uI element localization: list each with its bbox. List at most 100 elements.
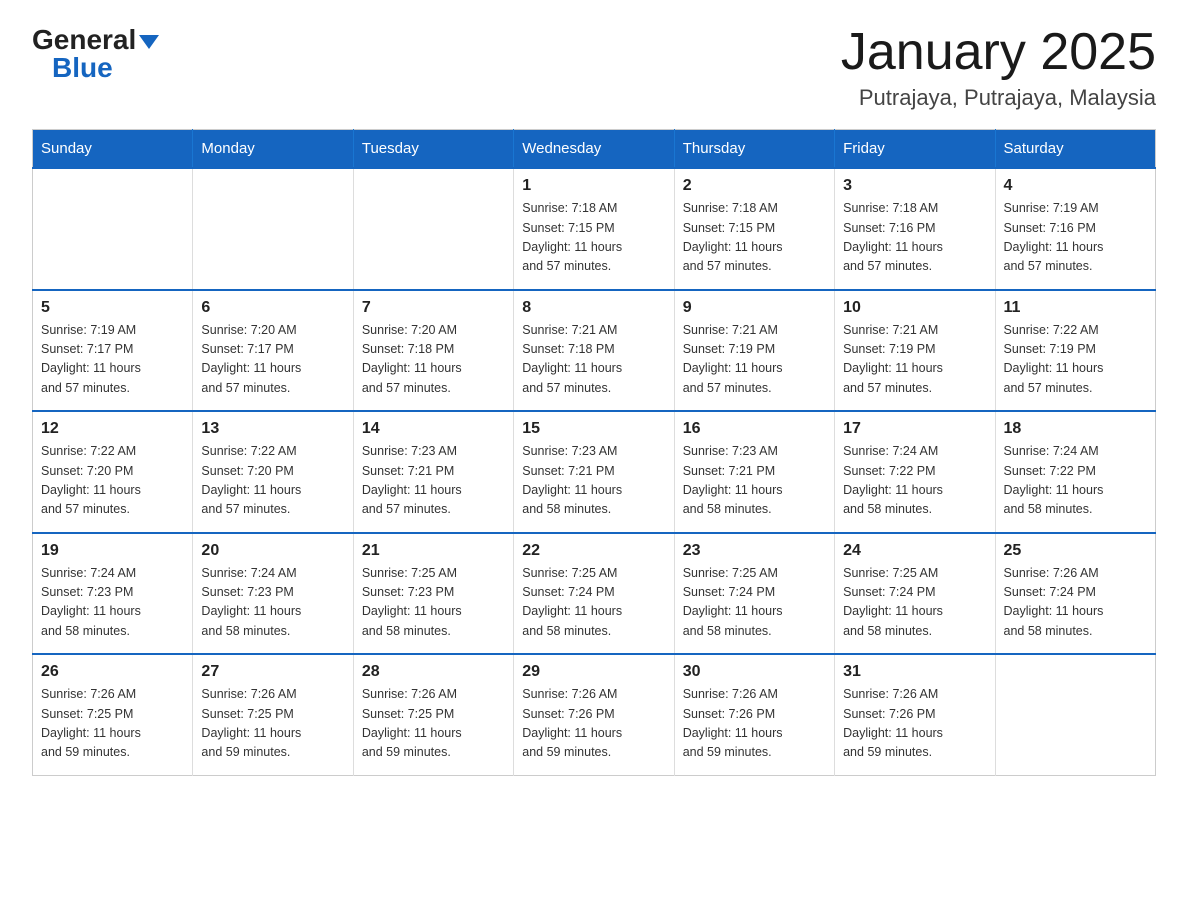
day-info: Sunrise: 7:21 AM Sunset: 7:19 PM Dayligh… — [683, 321, 826, 399]
day-number: 28 — [362, 663, 505, 681]
day-info: Sunrise: 7:18 AM Sunset: 7:15 PM Dayligh… — [522, 199, 665, 277]
day-number: 13 — [201, 420, 344, 438]
day-number: 25 — [1004, 542, 1147, 560]
day-number: 10 — [843, 299, 986, 317]
day-info: Sunrise: 7:24 AM Sunset: 7:23 PM Dayligh… — [201, 564, 344, 642]
day-info: Sunrise: 7:26 AM Sunset: 7:26 PM Dayligh… — [843, 685, 986, 763]
day-number: 7 — [362, 299, 505, 317]
calendar-cell: 23 Sunrise: 7:25 AM Sunset: 7:24 PM Dayli… — [674, 533, 834, 655]
day-info: Sunrise: 7:24 AM Sunset: 7:22 PM Dayligh… — [843, 442, 986, 520]
calendar-cell: 20 Sunrise: 7:24 AM Sunset: 7:23 PM Dayli… — [193, 533, 353, 655]
day-info: Sunrise: 7:20 AM Sunset: 7:17 PM Dayligh… — [201, 321, 344, 399]
day-number: 8 — [522, 299, 665, 317]
calendar-cell: 13 Sunrise: 7:22 AM Sunset: 7:20 PM Dayli… — [193, 411, 353, 533]
day-number: 6 — [201, 299, 344, 317]
day-info: Sunrise: 7:22 AM Sunset: 7:20 PM Dayligh… — [201, 442, 344, 520]
calendar-cell: 28 Sunrise: 7:26 AM Sunset: 7:25 PM Dayli… — [353, 654, 513, 775]
day-number: 1 — [522, 177, 665, 195]
day-info: Sunrise: 7:18 AM Sunset: 7:15 PM Dayligh… — [683, 199, 826, 277]
day-number: 29 — [522, 663, 665, 681]
calendar-title: January 2025 — [841, 24, 1156, 81]
calendar-cell: 1 Sunrise: 7:18 AM Sunset: 7:15 PM Daylig… — [514, 168, 674, 290]
calendar-cell: 14Sunrise: 7:23 AM Sunset: 7:21 PM Dayli… — [353, 411, 513, 533]
day-number: 14 — [362, 420, 505, 438]
calendar-week-2: 5 Sunrise: 7:19 AM Sunset: 7:17 PM Daylig… — [33, 290, 1156, 412]
day-number: 30 — [683, 663, 826, 681]
calendar-cell: 21Sunrise: 7:25 AM Sunset: 7:23 PM Dayli… — [353, 533, 513, 655]
header-monday: Monday — [193, 130, 353, 169]
calendar-cell: 8 Sunrise: 7:21 AM Sunset: 7:18 PM Daylig… — [514, 290, 674, 412]
calendar-cell — [353, 168, 513, 290]
day-number: 15 — [522, 420, 665, 438]
day-info: Sunrise: 7:24 AM Sunset: 7:23 PM Dayligh… — [41, 564, 184, 642]
logo: General Blue — [32, 24, 159, 84]
calendar-week-5: 26 Sunrise: 7:26 AM Sunset: 7:25 PM Dayli… — [33, 654, 1156, 775]
day-number: 18 — [1004, 420, 1147, 438]
calendar-cell: 16Sunrise: 7:23 AM Sunset: 7:21 PM Dayli… — [674, 411, 834, 533]
calendar-cell: 26 Sunrise: 7:26 AM Sunset: 7:25 PM Dayli… — [33, 654, 193, 775]
header-wednesday: Wednesday — [514, 130, 674, 169]
day-info: Sunrise: 7:26 AM Sunset: 7:26 PM Dayligh… — [522, 685, 665, 763]
day-number: 17 — [843, 420, 986, 438]
calendar-cell — [193, 168, 353, 290]
day-info: Sunrise: 7:26 AM Sunset: 7:25 PM Dayligh… — [41, 685, 184, 763]
calendar-cell: 27 Sunrise: 7:26 AM Sunset: 7:25 PM Dayli… — [193, 654, 353, 775]
day-number: 11 — [1004, 299, 1147, 317]
day-info: Sunrise: 7:25 AM Sunset: 7:24 PM Dayligh… — [522, 564, 665, 642]
day-info: Sunrise: 7:26 AM Sunset: 7:25 PM Dayligh… — [362, 685, 505, 763]
day-info: Sunrise: 7:26 AM Sunset: 7:24 PM Dayligh… — [1004, 564, 1147, 642]
calendar-cell: 15 Sunrise: 7:23 AM Sunset: 7:21 PM Dayli… — [514, 411, 674, 533]
calendar-cell: 9 Sunrise: 7:21 AM Sunset: 7:19 PM Daylig… — [674, 290, 834, 412]
day-number: 23 — [683, 542, 826, 560]
day-number: 2 — [683, 177, 826, 195]
day-info: Sunrise: 7:23 AM Sunset: 7:21 PM Dayligh… — [522, 442, 665, 520]
day-info: Sunrise: 7:25 AM Sunset: 7:23 PM Dayligh… — [362, 564, 505, 642]
title-block: January 2025 Putrajaya, Putrajaya, Malay… — [841, 24, 1156, 111]
calendar-table: SundayMondayTuesdayWednesdayThursdayFrid… — [32, 129, 1156, 776]
day-info: Sunrise: 7:21 AM Sunset: 7:19 PM Dayligh… — [843, 321, 986, 399]
day-info: Sunrise: 7:18 AM Sunset: 7:16 PM Dayligh… — [843, 199, 986, 277]
calendar-cell: 3 Sunrise: 7:18 AM Sunset: 7:16 PM Daylig… — [835, 168, 995, 290]
page-header: General Blue January 2025 Putrajaya, Put… — [32, 24, 1156, 111]
day-number: 16 — [683, 420, 826, 438]
header-friday: Friday — [835, 130, 995, 169]
day-info: Sunrise: 7:25 AM Sunset: 7:24 PM Dayligh… — [683, 564, 826, 642]
day-info: Sunrise: 7:22 AM Sunset: 7:19 PM Dayligh… — [1004, 321, 1147, 399]
calendar-cell: 25 Sunrise: 7:26 AM Sunset: 7:24 PM Dayli… — [995, 533, 1155, 655]
calendar-cell: 30Sunrise: 7:26 AM Sunset: 7:26 PM Dayli… — [674, 654, 834, 775]
day-info: Sunrise: 7:22 AM Sunset: 7:20 PM Dayligh… — [41, 442, 184, 520]
calendar-cell: 24Sunrise: 7:25 AM Sunset: 7:24 PM Dayli… — [835, 533, 995, 655]
calendar-week-1: 1 Sunrise: 7:18 AM Sunset: 7:15 PM Daylig… — [33, 168, 1156, 290]
day-number: 27 — [201, 663, 344, 681]
day-info: Sunrise: 7:26 AM Sunset: 7:25 PM Dayligh… — [201, 685, 344, 763]
calendar-cell: 5 Sunrise: 7:19 AM Sunset: 7:17 PM Daylig… — [33, 290, 193, 412]
calendar-cell: 12 Sunrise: 7:22 AM Sunset: 7:20 PM Dayli… — [33, 411, 193, 533]
calendar-cell: 10 Sunrise: 7:21 AM Sunset: 7:19 PM Dayli… — [835, 290, 995, 412]
header-tuesday: Tuesday — [353, 130, 513, 169]
day-number: 31 — [843, 663, 986, 681]
calendar-cell: 2 Sunrise: 7:18 AM Sunset: 7:15 PM Daylig… — [674, 168, 834, 290]
day-info: Sunrise: 7:19 AM Sunset: 7:17 PM Dayligh… — [41, 321, 184, 399]
day-number: 9 — [683, 299, 826, 317]
calendar-cell: 6 Sunrise: 7:20 AM Sunset: 7:17 PM Daylig… — [193, 290, 353, 412]
day-number: 24 — [843, 542, 986, 560]
calendar-week-3: 12 Sunrise: 7:22 AM Sunset: 7:20 PM Dayli… — [33, 411, 1156, 533]
calendar-header-row: SundayMondayTuesdayWednesdayThursdayFrid… — [33, 130, 1156, 169]
calendar-cell: 4Sunrise: 7:19 AM Sunset: 7:16 PM Daylig… — [995, 168, 1155, 290]
day-number: 5 — [41, 299, 184, 317]
day-info: Sunrise: 7:21 AM Sunset: 7:18 PM Dayligh… — [522, 321, 665, 399]
calendar-cell: 17 Sunrise: 7:24 AM Sunset: 7:22 PM Dayli… — [835, 411, 995, 533]
calendar-cell: 29 Sunrise: 7:26 AM Sunset: 7:26 PM Dayli… — [514, 654, 674, 775]
calendar-subtitle: Putrajaya, Putrajaya, Malaysia — [841, 85, 1156, 111]
day-number: 3 — [843, 177, 986, 195]
calendar-week-4: 19 Sunrise: 7:24 AM Sunset: 7:23 PM Dayli… — [33, 533, 1156, 655]
day-number: 22 — [522, 542, 665, 560]
day-number: 20 — [201, 542, 344, 560]
day-number: 12 — [41, 420, 184, 438]
calendar-cell: 11 Sunrise: 7:22 AM Sunset: 7:19 PM Dayli… — [995, 290, 1155, 412]
day-number: 19 — [41, 542, 184, 560]
calendar-cell: 31 Sunrise: 7:26 AM Sunset: 7:26 PM Dayli… — [835, 654, 995, 775]
calendar-cell: 19 Sunrise: 7:24 AM Sunset: 7:23 PM Dayli… — [33, 533, 193, 655]
day-number: 26 — [41, 663, 184, 681]
calendar-cell: 18Sunrise: 7:24 AM Sunset: 7:22 PM Dayli… — [995, 411, 1155, 533]
